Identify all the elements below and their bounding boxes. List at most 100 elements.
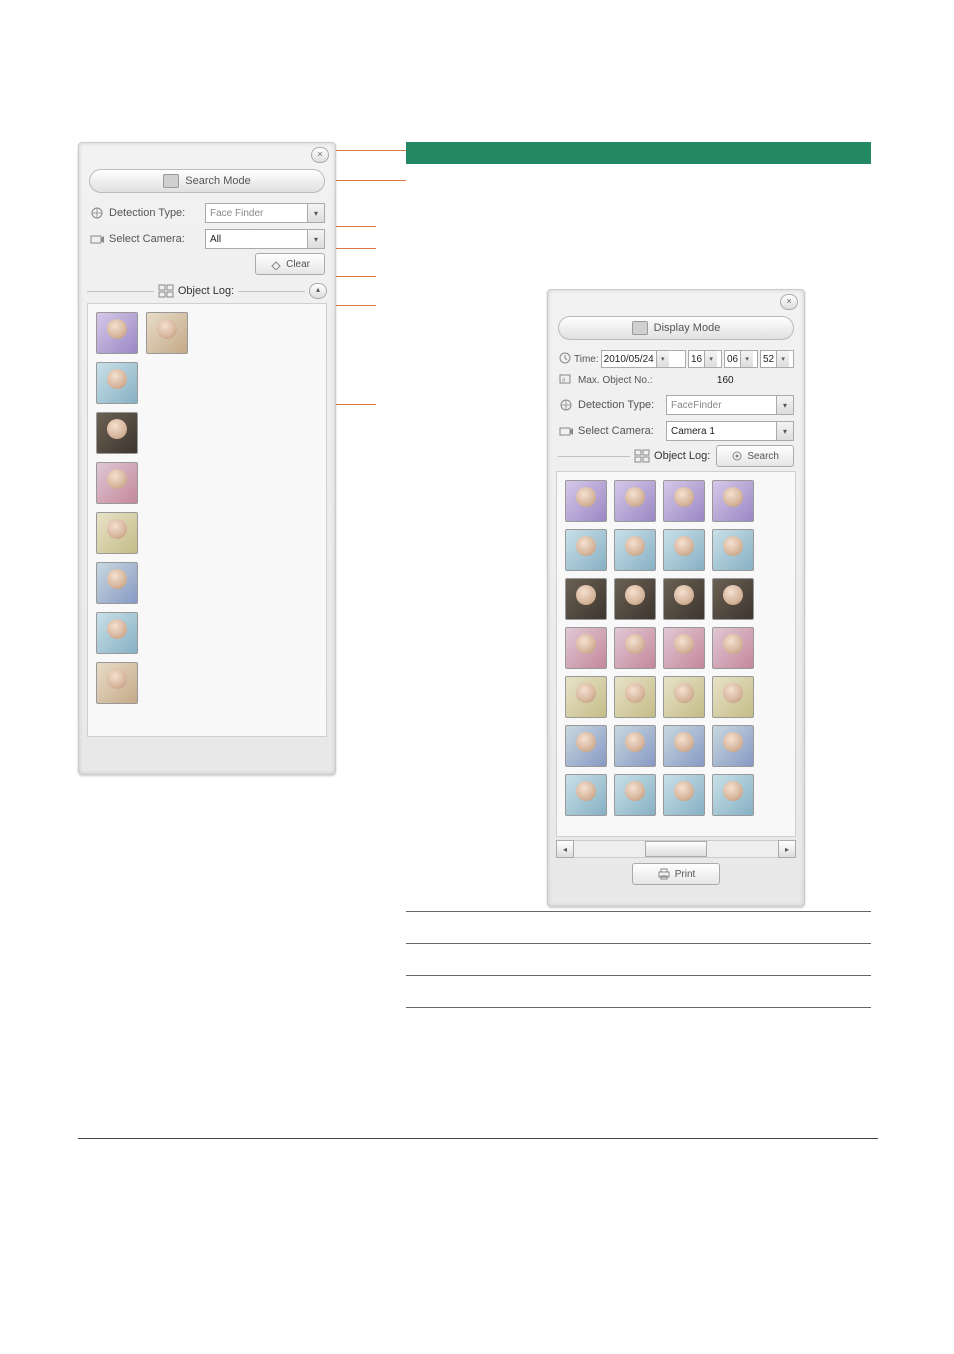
- face-thumbnail[interactable]: [565, 627, 607, 669]
- detection-type-value: Face Finder: [210, 208, 263, 219]
- chevron-down-icon: [704, 351, 717, 367]
- chevron-down-icon: [740, 351, 753, 367]
- search-mode-icon: [163, 174, 179, 188]
- face-thumbnail[interactable]: [712, 676, 754, 718]
- collapse-button[interactable]: ▴: [309, 283, 327, 299]
- face-thumbnail[interactable]: [663, 480, 705, 522]
- face-thumbnail[interactable]: [146, 312, 188, 354]
- time-row: Time: 2010/05/24 16 06 52: [558, 350, 794, 368]
- face-thumbnail[interactable]: [614, 725, 656, 767]
- search-mode-button[interactable]: Search Mode: [89, 169, 325, 193]
- face-thumbnail[interactable]: [614, 627, 656, 669]
- chevron-down-icon: [656, 351, 669, 367]
- face-thumbnail[interactable]: [614, 676, 656, 718]
- face-thumbnail[interactable]: [663, 774, 705, 816]
- object-log-area: [87, 303, 327, 737]
- face-thumbnail[interactable]: [614, 578, 656, 620]
- print-label: Print: [675, 869, 696, 880]
- detection-type-label: Detection Type:: [109, 207, 201, 219]
- select-camera-select[interactable]: All: [205, 229, 325, 249]
- search-label: Search: [747, 451, 779, 462]
- clear-label: Clear: [286, 259, 310, 270]
- detection-type-select[interactable]: FaceFinder: [666, 395, 794, 415]
- mode-label: Search Mode: [185, 175, 250, 187]
- time-date-value: 2010/05/24: [604, 354, 654, 365]
- footer-divider: [78, 1138, 878, 1139]
- face-thumbnail[interactable]: [96, 412, 138, 454]
- divider: [406, 975, 871, 976]
- face-thumbnail[interactable]: [614, 774, 656, 816]
- face-thumbnail[interactable]: [614, 529, 656, 571]
- max-object-label: Max. Object No.:: [578, 375, 652, 386]
- horizontal-scrollbar[interactable]: ◂ ▸: [556, 841, 796, 857]
- object-log-area: [556, 471, 796, 837]
- time-sec-select[interactable]: 52: [760, 350, 794, 368]
- face-thumbnail[interactable]: [565, 578, 607, 620]
- face-thumbnail[interactable]: [565, 480, 607, 522]
- face-thumbnail[interactable]: [663, 578, 705, 620]
- face-thumbnail[interactable]: [96, 312, 138, 354]
- face-thumbnail[interactable]: [663, 529, 705, 571]
- face-thumbnail[interactable]: [712, 627, 754, 669]
- print-button[interactable]: Print: [632, 863, 721, 885]
- display-mode-icon: [632, 321, 648, 335]
- eraser-icon: [270, 258, 282, 270]
- time-min-value: 06: [727, 354, 738, 365]
- detection-type-row: Detection Type: Face Finder: [89, 203, 325, 223]
- divider: [406, 911, 871, 912]
- scroll-thumb[interactable]: [645, 841, 706, 857]
- detection-type-value: FaceFinder: [671, 400, 722, 411]
- select-camera-value: All: [210, 234, 221, 245]
- face-thumbnail[interactable]: [96, 462, 138, 504]
- object-log-header: Object Log: ▴: [87, 283, 327, 299]
- chevron-down-icon: [776, 351, 789, 367]
- max-object-icon: #: [558, 372, 574, 389]
- select-camera-row: Select Camera: Camera 1: [558, 421, 794, 441]
- clear-button[interactable]: Clear: [255, 253, 325, 275]
- object-log-icon: [158, 284, 174, 298]
- face-thumbnail[interactable]: [565, 676, 607, 718]
- detection-type-select[interactable]: Face Finder: [205, 203, 325, 223]
- face-thumbnail[interactable]: [712, 480, 754, 522]
- camera-icon: [89, 232, 105, 246]
- face-thumbnail[interactable]: [712, 774, 754, 816]
- face-thumbnail[interactable]: [565, 529, 607, 571]
- display-mode-button[interactable]: Display Mode: [558, 316, 794, 340]
- scroll-left-button[interactable]: ◂: [556, 840, 574, 858]
- object-log-label: Object Log:: [654, 450, 710, 462]
- face-thumbnail[interactable]: [663, 627, 705, 669]
- select-camera-row: Select Camera: All: [89, 229, 325, 249]
- face-thumbnail[interactable]: [663, 725, 705, 767]
- scroll-right-button[interactable]: ▸: [778, 840, 796, 858]
- select-camera-select[interactable]: Camera 1: [666, 421, 794, 441]
- search-button[interactable]: Search: [716, 445, 794, 467]
- face-thumbnail[interactable]: [663, 676, 705, 718]
- face-thumbnail[interactable]: [614, 480, 656, 522]
- face-thumbnail[interactable]: [565, 725, 607, 767]
- camera-icon: [558, 424, 574, 438]
- max-object-value: 160: [656, 375, 794, 386]
- clock-icon: [558, 351, 572, 368]
- mode-label: Display Mode: [654, 322, 721, 334]
- divider: [406, 943, 871, 944]
- face-thumbnail[interactable]: [96, 512, 138, 554]
- face-thumbnail[interactable]: [96, 362, 138, 404]
- max-object-row: # Max. Object No.: 160: [558, 372, 794, 389]
- close-button[interactable]: ×: [311, 147, 329, 163]
- object-log-icon: [634, 449, 650, 463]
- time-min-select[interactable]: 06: [724, 350, 758, 368]
- close-button[interactable]: ×: [780, 294, 798, 310]
- gear-icon: [731, 450, 743, 462]
- face-thumbnail[interactable]: [96, 662, 138, 704]
- face-thumbnail[interactable]: [565, 774, 607, 816]
- select-camera-value: Camera 1: [671, 426, 715, 437]
- time-hour-select[interactable]: 16: [688, 350, 722, 368]
- time-date-select[interactable]: 2010/05/24: [601, 350, 686, 368]
- scroll-track[interactable]: [574, 840, 778, 858]
- face-thumbnail[interactable]: [712, 529, 754, 571]
- face-thumbnail[interactable]: [96, 562, 138, 604]
- detection-type-row: Detection Type: FaceFinder: [558, 395, 794, 415]
- face-thumbnail[interactable]: [712, 725, 754, 767]
- face-thumbnail[interactable]: [96, 612, 138, 654]
- face-thumbnail[interactable]: [712, 578, 754, 620]
